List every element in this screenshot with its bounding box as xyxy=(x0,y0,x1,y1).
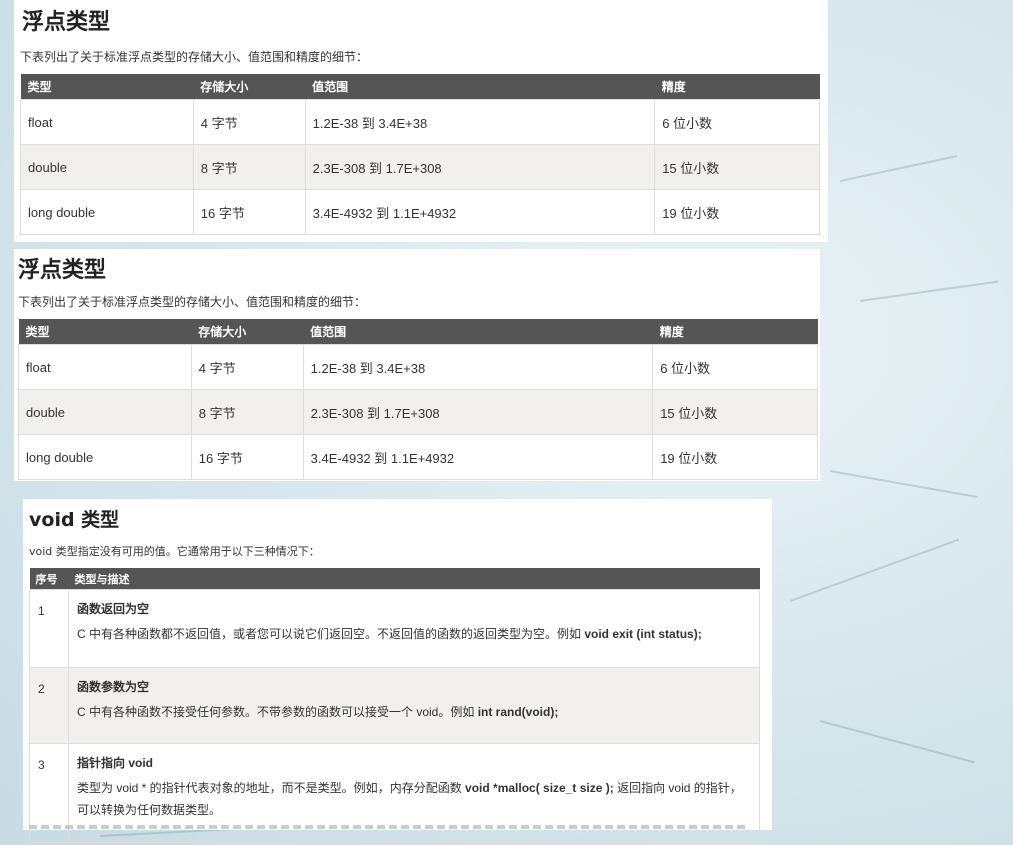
row-number: 2 xyxy=(29,667,69,744)
row-description: C 中有各种函数都不返回值，或者您可以说它们返回空。不返回值的函数的返回类型为空… xyxy=(77,623,751,645)
cell-value-range: 2.3E-308 到 1.7E+308 xyxy=(304,144,656,190)
row-description: C 中有各种函数不接受任何参数。不带参数的函数可以接受一个 void。例如 in… xyxy=(77,701,751,723)
cell-value-range: 3.4E-4932 到 1.1E+4932 xyxy=(302,434,654,480)
background-streak xyxy=(789,538,960,602)
table-row: float 4 字节 1.2E-38 到 3.4E+38 6 位小数 xyxy=(20,99,820,145)
cell-storage-size: 16 字节 xyxy=(190,434,304,480)
table-row: double 8 字节 2.3E-308 到 1.7E+308 15 位小数 xyxy=(18,389,818,435)
cell-type: float xyxy=(20,99,194,145)
cell-value-range: 2.3E-308 到 1.7E+308 xyxy=(302,389,654,435)
cell-type: float xyxy=(18,344,192,390)
background-streak xyxy=(829,470,978,499)
cell-type: long double xyxy=(20,189,194,235)
float-types-table: 类型 存储大小 值范围 精度 float 4 字节 1.2E-38 到 3.4E… xyxy=(20,74,820,235)
cell-precision: 19 位小数 xyxy=(654,189,820,235)
cell-value-range: 3.4E-4932 到 1.1E+4932 xyxy=(304,189,656,235)
header-type: 类型 xyxy=(20,74,194,100)
cell-storage-size: 4 字节 xyxy=(192,99,306,145)
table-row: double 8 字节 2.3E-308 到 1.7E+308 15 位小数 xyxy=(20,144,820,190)
table-header-row: 类型 存储大小 值范围 精度 xyxy=(20,74,820,100)
header-number: 序号 xyxy=(29,568,69,590)
cell-type: long double xyxy=(18,434,192,480)
cell-precision: 15 位小数 xyxy=(652,389,818,435)
header-storage-size: 存储大小 xyxy=(193,74,306,100)
cell-precision: 6 位小数 xyxy=(654,99,820,145)
float-types-table: 类型 存储大小 值范围 精度 float 4 字节 1.2E-38 到 3.4E… xyxy=(18,319,818,480)
cell-value-range: 1.2E-38 到 3.4E+38 xyxy=(304,99,656,145)
cell-type: double xyxy=(20,144,194,190)
background-streak xyxy=(819,720,975,764)
header-type: 类型 xyxy=(18,319,192,345)
void-type-table: 序号 类型与描述 1 函数返回为空 C 中有各种函数都不返回值，或者您可以说它们… xyxy=(29,568,760,843)
section-title: 浮点类型 xyxy=(18,258,107,283)
cell-value-range: 1.2E-38 到 3.4E+38 xyxy=(302,344,654,390)
header-storage-size: 存储大小 xyxy=(191,319,304,345)
row-content: 函数返回为空 C 中有各种函数都不返回值，或者您可以说它们返回空。不返回值的函数… xyxy=(68,589,760,668)
row-text: 类型为 void * 的指针代表对象的地址，而不是类型。例如，内存分配函数 xyxy=(77,781,466,795)
row-number: 1 xyxy=(29,589,69,668)
code-snippet: void *malloc( size_t size ); xyxy=(465,781,614,795)
header-precision: 精度 xyxy=(652,319,818,345)
header-type-description: 类型与描述 xyxy=(68,568,760,590)
row-description: 类型为 void * 的指针代表对象的地址，而不是类型。例如，内存分配函数 vo… xyxy=(77,777,751,821)
cell-precision: 19 位小数 xyxy=(652,434,818,480)
background-streak xyxy=(839,155,958,182)
background-streak xyxy=(859,280,999,302)
row-text: C 中有各种函数都不返回值，或者您可以说它们返回空。不返回值的函数的返回类型为空… xyxy=(77,627,585,641)
cell-storage-size: 4 字节 xyxy=(190,344,304,390)
float-types-panel-1: 浮点类型 下表列出了关于标准浮点类型的存储大小、值范围和精度的细节： 类型 存储… xyxy=(14,0,828,242)
table-row: float 4 字节 1.2E-38 到 3.4E+38 6 位小数 xyxy=(18,344,818,390)
table-row: long double 16 字节 3.4E-4932 到 1.1E+4932 … xyxy=(20,189,820,235)
cell-storage-size: 16 字节 xyxy=(192,189,306,235)
table-row: 2 函数参数为空 C 中有各种函数不接受任何参数。不带参数的函数可以接受一个 v… xyxy=(29,667,760,744)
void-type-panel: void 类型 void 类型指定没有可用的值。它通常用于以下三种情况下： 序号… xyxy=(23,499,772,843)
table-header-row: 类型 存储大小 值范围 精度 xyxy=(18,319,818,345)
float-types-panel-2: 浮点类型 下表列出了关于标准浮点类型的存储大小、值范围和精度的细节： 类型 存储… xyxy=(14,249,820,481)
row-title: 函数返回为空 xyxy=(77,602,150,616)
code-snippet: void exit (int status); xyxy=(584,627,702,641)
cell-precision: 6 位小数 xyxy=(652,344,818,390)
header-precision: 精度 xyxy=(654,74,820,100)
cell-type: double xyxy=(18,389,192,435)
section-description: void 类型指定没有可用的值。它通常用于以下三种情况下： xyxy=(29,545,320,558)
truncated-text-line xyxy=(29,825,749,829)
section-title: void 类型 xyxy=(29,509,120,531)
cell-storage-size: 8 字节 xyxy=(192,144,306,190)
table-row: 1 函数返回为空 C 中有各种函数都不返回值，或者您可以说它们返回空。不返回值的… xyxy=(29,589,760,668)
section-description: 下表列出了关于标准浮点类型的存储大小、值范围和精度的细节： xyxy=(18,295,367,309)
cell-precision: 15 位小数 xyxy=(654,144,820,190)
table-row: long double 16 字节 3.4E-4932 到 1.1E+4932 … xyxy=(18,434,818,480)
row-text: C 中有各种函数不接受任何参数。不带参数的函数可以接受一个 void。例如 xyxy=(77,705,478,719)
section-title: 浮点类型 xyxy=(22,10,111,35)
section-description: 下表列出了关于标准浮点类型的存储大小、值范围和精度的细节： xyxy=(20,50,369,64)
header-value-range: 值范围 xyxy=(303,319,653,345)
cell-storage-size: 8 字节 xyxy=(190,389,304,435)
row-title: 函数参数为空 xyxy=(77,680,150,694)
row-title: 指针指向 void xyxy=(77,756,154,770)
table-header-row: 序号 类型与描述 xyxy=(29,568,760,590)
row-content: 函数参数为空 C 中有各种函数不接受任何参数。不带参数的函数可以接受一个 voi… xyxy=(68,667,760,744)
header-value-range: 值范围 xyxy=(305,74,655,100)
code-snippet: int rand(void); xyxy=(477,705,559,719)
